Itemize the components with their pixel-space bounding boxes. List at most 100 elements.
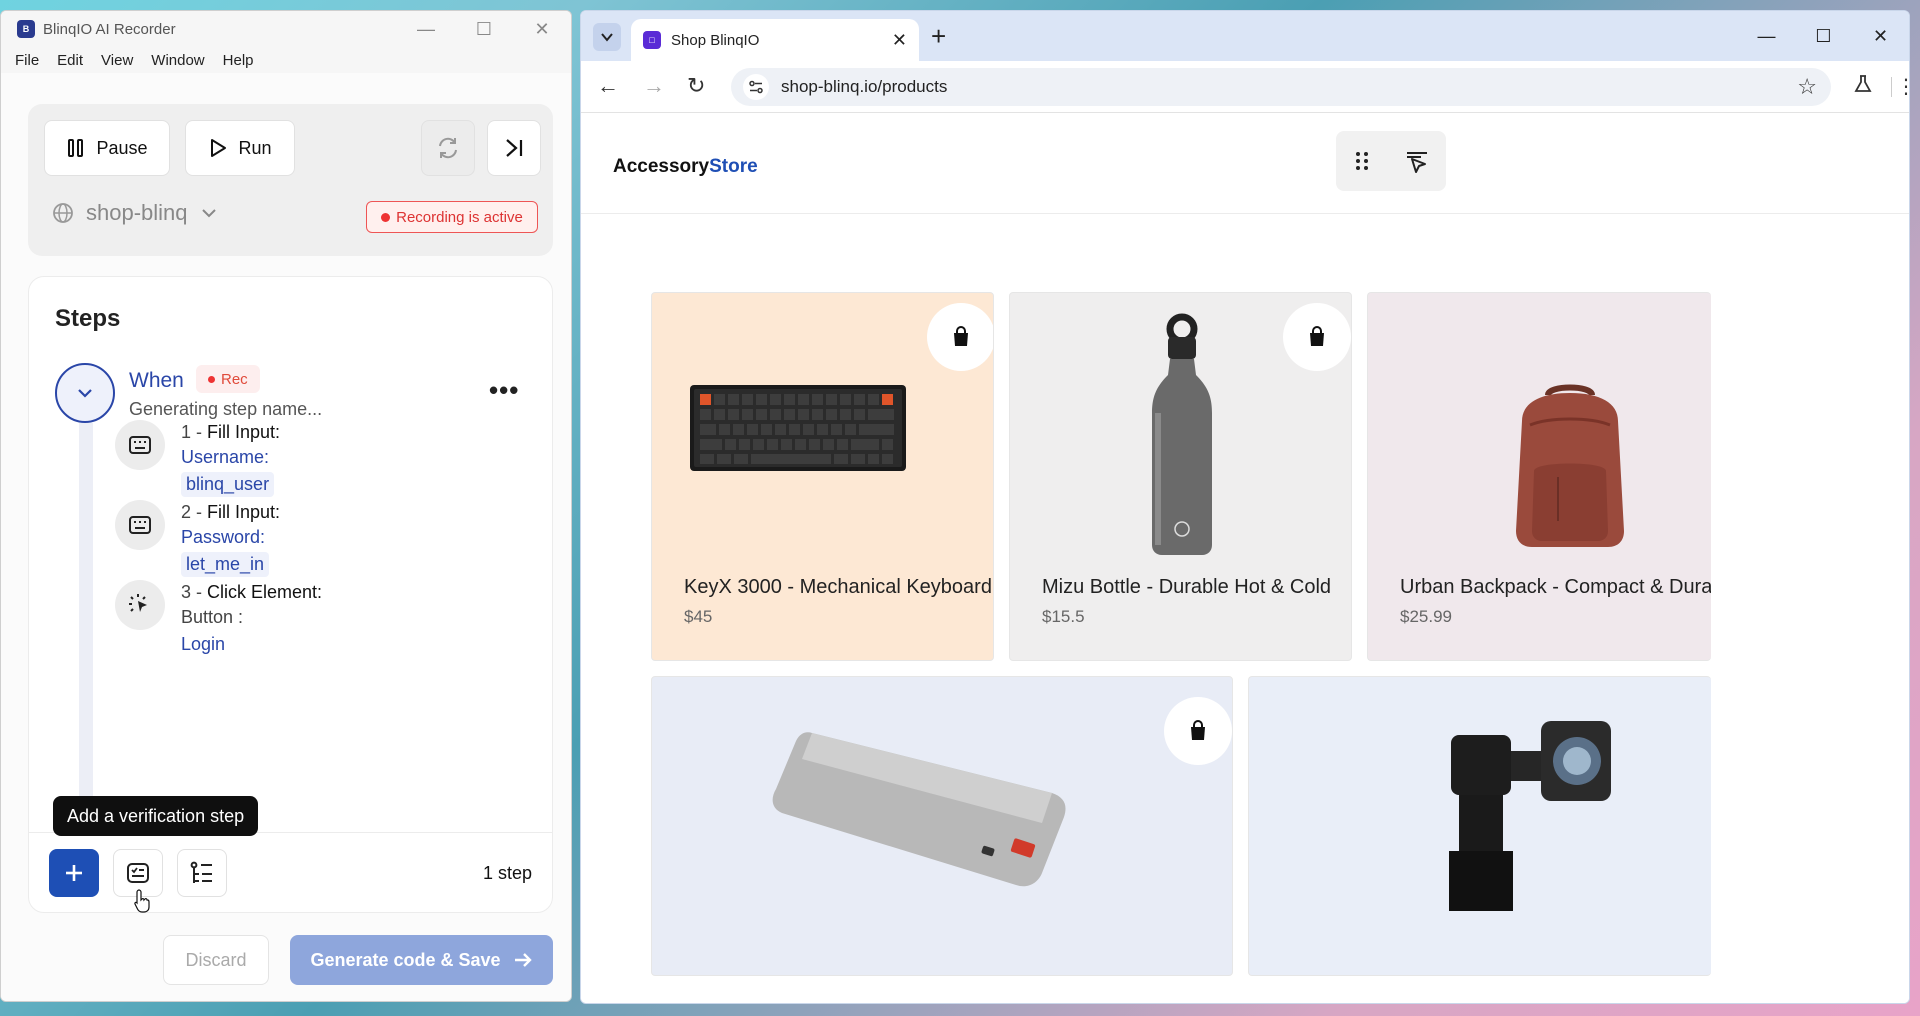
when-subtitle: Generating step name... <box>129 399 323 419</box>
back-icon[interactable]: ← <box>597 73 619 99</box>
pointer-select-icon[interactable] <box>1403 147 1431 175</box>
step-action: Fill Input: <box>207 422 281 442</box>
step-field-label: Password: <box>181 527 266 547</box>
app-logo-icon: B <box>17 20 35 38</box>
step-number: 3 - <box>181 582 203 602</box>
drag-handle-icon[interactable] <box>1352 149 1372 173</box>
tab-strip: □ Shop BlinqIO ✕ + — ☐ ✕ <box>581 11 1909 61</box>
recording-status-badge: Recording is active <box>366 201 538 233</box>
recording-status-text: Recording is active <box>396 208 523 226</box>
menu-edit[interactable]: Edit <box>57 52 83 69</box>
plus-icon <box>66 865 82 881</box>
product-card[interactable] <box>651 676 1233 976</box>
add-to-cart-button[interactable] <box>1164 697 1232 765</box>
discard-button[interactable]: Discard <box>163 935 269 985</box>
minimize-icon[interactable]: — <box>397 11 455 47</box>
gimbal-camera-product-image <box>1449 721 1611 911</box>
logo-part-1: Accessory <box>613 156 710 177</box>
forward-icon[interactable]: → <box>643 73 665 99</box>
close-tab-icon[interactable]: ✕ <box>892 30 907 51</box>
collapse-when-button[interactable] <box>55 363 115 423</box>
product-card[interactable] <box>1248 676 1711 976</box>
reload-icon[interactable]: ↻ <box>687 73 705 99</box>
globe-icon <box>53 203 73 223</box>
step-list-button[interactable] <box>177 849 227 897</box>
keyboard-icon <box>115 420 165 470</box>
refresh-icon <box>439 137 457 159</box>
close-icon[interactable]: ✕ <box>513 11 571 47</box>
address-bar[interactable]: shop-blinq.io/products ☆ <box>731 68 1831 106</box>
sync-button[interactable] <box>421 120 475 176</box>
record-dot-icon <box>381 212 391 222</box>
project-selector[interactable]: shop-blinq <box>52 200 218 226</box>
product-card[interactable]: Mizu Bottle - Durable Hot & Cold $15.5 <box>1009 292 1352 661</box>
tab-search-button[interactable] <box>593 23 621 51</box>
step-action: Click Element: <box>207 582 323 602</box>
rec-badge-text: Rec <box>221 370 248 388</box>
url-text: shop-blinq.io/products <box>781 77 948 96</box>
pause-icon <box>68 139 84 157</box>
web-page: AccessoryStore KeyX 3000 - Mechanical Ke… <box>581 114 1909 1003</box>
product-card[interactable]: Urban Backpack - Compact & Durable $25.9… <box>1367 292 1711 661</box>
play-icon <box>211 139 227 157</box>
pause-button[interactable]: Pause <box>44 120 170 176</box>
skip-to-end-button[interactable] <box>487 120 541 176</box>
close-icon[interactable]: ✕ <box>1852 11 1909 61</box>
step-count: 1 step <box>482 863 532 883</box>
maximize-icon[interactable]: ☐ <box>455 11 513 47</box>
generate-code-save-button[interactable]: Generate code & Save <box>290 935 553 985</box>
menu-window[interactable]: Window <box>151 52 204 69</box>
menu-view[interactable]: View <box>101 52 133 69</box>
product-name[interactable]: Mizu Bottle - Durable Hot & Cold <box>1042 576 1331 599</box>
store-logo[interactable]: AccessoryStore <box>613 156 758 178</box>
bookmark-star-icon[interactable]: ☆ <box>1797 74 1817 100</box>
add-to-cart-button[interactable] <box>1283 303 1351 371</box>
product-price: $45 <box>684 607 713 626</box>
add-step-button[interactable] <box>49 849 99 897</box>
browser-window: □ Shop BlinqIO ✕ + — ☐ ✕ ← → ↻ shop-blin… <box>580 10 1910 1004</box>
menu-file[interactable]: File <box>15 52 39 69</box>
power-bank-product-image <box>772 732 1066 887</box>
window-title: BlinqIO AI Recorder <box>43 20 176 38</box>
step-field-label: Button : <box>181 607 244 627</box>
rec-badge: Rec <box>196 365 260 393</box>
more-options-icon[interactable]: ••• <box>489 375 519 406</box>
steps-footer: 1 step <box>29 832 552 912</box>
step-number: 2 - <box>181 502 203 522</box>
site-settings-icon[interactable] <box>743 74 769 100</box>
list-tree-icon <box>190 861 212 883</box>
add-to-cart-button[interactable] <box>927 303 993 371</box>
minimize-icon[interactable]: — <box>1738 11 1795 61</box>
product-name[interactable]: Urban Backpack - Compact & Durable <box>1400 576 1711 599</box>
step-number: 1 - <box>181 422 203 442</box>
product-price: $15.5 <box>1042 607 1085 626</box>
control-card: Pause Run shop-blinq Recording is active <box>28 104 553 256</box>
run-button[interactable]: Run <box>185 120 295 176</box>
store-header: AccessoryStore <box>581 114 1909 214</box>
header-tools <box>1336 131 1446 191</box>
recorder-titlebar: B BlinqIO AI Recorder — ☐ ✕ <box>1 11 571 47</box>
mouse-pointer-icon <box>134 889 150 913</box>
recorder-window: B BlinqIO AI Recorder — ☐ ✕ File Edit Vi… <box>0 10 572 1002</box>
menu-help[interactable]: Help <box>223 52 254 69</box>
menu-kebab-icon[interactable]: ⋮ <box>1896 74 1909 99</box>
tab-shop-blinqio[interactable]: □ Shop BlinqIO ✕ <box>631 19 919 61</box>
pause-label: Pause <box>96 137 148 158</box>
tab-title: Shop BlinqIO <box>671 31 760 49</box>
logo-part-2: Store <box>709 156 758 177</box>
bottle-product-image <box>1152 313 1212 555</box>
maximize-icon[interactable]: ☐ <box>1795 11 1852 61</box>
shopping-bag-icon <box>1310 326 1324 346</box>
labs-flask-icon[interactable] <box>1853 74 1873 100</box>
keyboard-product-image <box>690 385 906 471</box>
new-tab-icon[interactable]: + <box>931 21 946 52</box>
step-title: 3 - Click Element: <box>181 582 322 603</box>
step-field-label: Username: <box>181 447 270 467</box>
product-card[interactable]: KeyX 3000 - Mechanical Keyboard $45 <box>651 292 994 661</box>
favicon-icon: □ <box>643 31 661 49</box>
step-value: let_me_in <box>181 552 270 577</box>
step-value: blinq_user <box>181 472 275 497</box>
when-label: When <box>129 369 184 392</box>
browser-toolbar: ← → ↻ shop-blinq.io/products ☆ ⋮ <box>581 61 1909 113</box>
product-name[interactable]: KeyX 3000 - Mechanical Keyboard <box>684 576 992 599</box>
